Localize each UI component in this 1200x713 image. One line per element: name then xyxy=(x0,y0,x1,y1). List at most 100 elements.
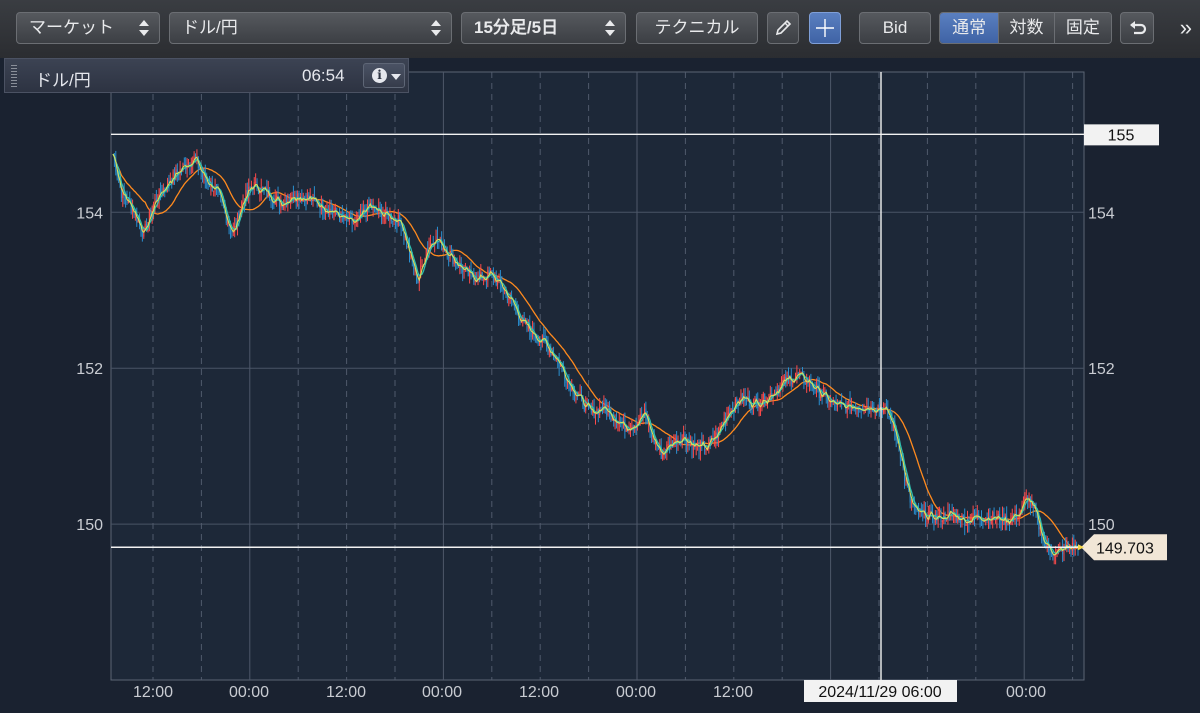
y-tick-label-left: 154 xyxy=(76,205,103,222)
candle-body xyxy=(483,278,485,281)
x-tick-label: 00:00 xyxy=(229,684,269,701)
candle-body xyxy=(1015,510,1017,519)
candle-body xyxy=(498,277,500,280)
candle-body xyxy=(828,402,830,404)
candle-body xyxy=(946,520,948,522)
candle-body xyxy=(820,395,822,398)
candle-body xyxy=(965,523,967,526)
candle-body xyxy=(941,520,943,523)
candle-body xyxy=(450,251,452,253)
candle-body xyxy=(530,331,532,337)
candle-body xyxy=(242,201,244,203)
y-tick-label-left: 152 xyxy=(76,361,103,378)
info-icon: i xyxy=(372,68,387,83)
candle-body xyxy=(939,512,941,516)
x-tick-label: 12:00 xyxy=(133,684,173,701)
candle-body xyxy=(353,223,355,225)
candle-body xyxy=(452,251,454,264)
x-tick-label: 00:00 xyxy=(1006,684,1046,701)
candle-body xyxy=(543,335,545,339)
candle-body xyxy=(888,416,890,418)
candle-body xyxy=(911,501,913,503)
x-tick-label: 00:00 xyxy=(422,684,462,701)
info-button[interactable]: i xyxy=(363,63,405,88)
candle-body xyxy=(574,393,576,396)
candle-body xyxy=(249,187,251,189)
candle-body xyxy=(804,382,806,384)
x-tick-label: 12:00 xyxy=(326,684,366,701)
candle-body xyxy=(227,222,229,224)
candle-body xyxy=(323,211,325,213)
candle-body xyxy=(750,406,752,408)
price-chart[interactable]: 155 149.703 2024/11/29 06:00 150 150 152 152… xyxy=(0,0,1200,713)
x-tick-label: 00:00 xyxy=(616,684,656,701)
candle-body xyxy=(683,433,685,439)
candle-body xyxy=(199,168,201,170)
candle-body xyxy=(848,400,850,404)
candle-body xyxy=(990,520,992,524)
y-tick-label-left: 150 xyxy=(76,517,103,534)
candle-body xyxy=(769,393,771,396)
candle-body xyxy=(727,412,729,415)
candle-body xyxy=(304,197,306,199)
candle-body xyxy=(611,418,613,421)
candle-body xyxy=(164,188,166,190)
candle-body xyxy=(674,437,676,443)
candle-body xyxy=(765,404,767,406)
candle-body xyxy=(266,187,268,197)
y-tick-label-right: 154 xyxy=(1088,205,1115,222)
candle-body xyxy=(818,384,820,398)
candle-body xyxy=(1000,522,1002,524)
candle-body xyxy=(736,398,738,402)
candle-body xyxy=(1042,540,1044,542)
candle-body xyxy=(583,407,585,411)
candle-body xyxy=(884,406,886,408)
candle-body xyxy=(873,411,875,413)
candle-body xyxy=(792,382,794,385)
candle-body xyxy=(600,407,602,410)
candle-body xyxy=(933,520,935,523)
drag-grip-icon[interactable] xyxy=(11,65,17,87)
candle-body xyxy=(764,393,766,406)
y-tick-label-right: 150 xyxy=(1088,517,1115,534)
candle-body xyxy=(255,181,257,183)
candle-body xyxy=(754,398,756,401)
candle-body xyxy=(209,185,210,187)
candle-body xyxy=(213,190,215,192)
candle-body xyxy=(298,194,300,202)
candle-body xyxy=(1017,517,1019,519)
candle-body xyxy=(814,389,816,391)
candle-body xyxy=(231,230,233,233)
candle-body xyxy=(144,224,146,229)
candle-body xyxy=(421,264,423,266)
candle-body xyxy=(617,423,619,425)
candle-body xyxy=(758,407,760,409)
chevron-down-icon xyxy=(391,74,401,80)
candle-body xyxy=(448,257,450,259)
info-symbol: ドル/円 xyxy=(35,71,91,90)
current-price-label: 149.703 xyxy=(1096,540,1154,557)
candle-body xyxy=(417,280,419,283)
candle-body xyxy=(1025,497,1027,499)
candle-body xyxy=(262,187,264,189)
crosshair-time-label: 2024/11/29 06:00 xyxy=(818,684,941,701)
info-time: 06:54 xyxy=(302,66,345,85)
candle-body xyxy=(367,200,369,214)
candle-body xyxy=(962,514,964,518)
plot-area xyxy=(110,71,1085,681)
candle-body xyxy=(183,163,185,165)
candle-body xyxy=(817,383,819,385)
candle-body xyxy=(926,521,928,523)
x-tick-label: 12:00 xyxy=(519,684,559,701)
x-tick-label: 12:00 xyxy=(713,684,753,701)
candle-body xyxy=(699,441,701,452)
info-panel: ドル/円 06:54 i xyxy=(4,58,409,93)
candle-body xyxy=(1011,515,1013,518)
candle-body xyxy=(948,511,950,513)
candle-body xyxy=(698,443,700,452)
candle-body xyxy=(788,375,789,378)
candle-body xyxy=(960,521,962,523)
candle-body xyxy=(982,521,984,523)
candle-body xyxy=(376,210,378,213)
candle-body xyxy=(953,514,955,516)
